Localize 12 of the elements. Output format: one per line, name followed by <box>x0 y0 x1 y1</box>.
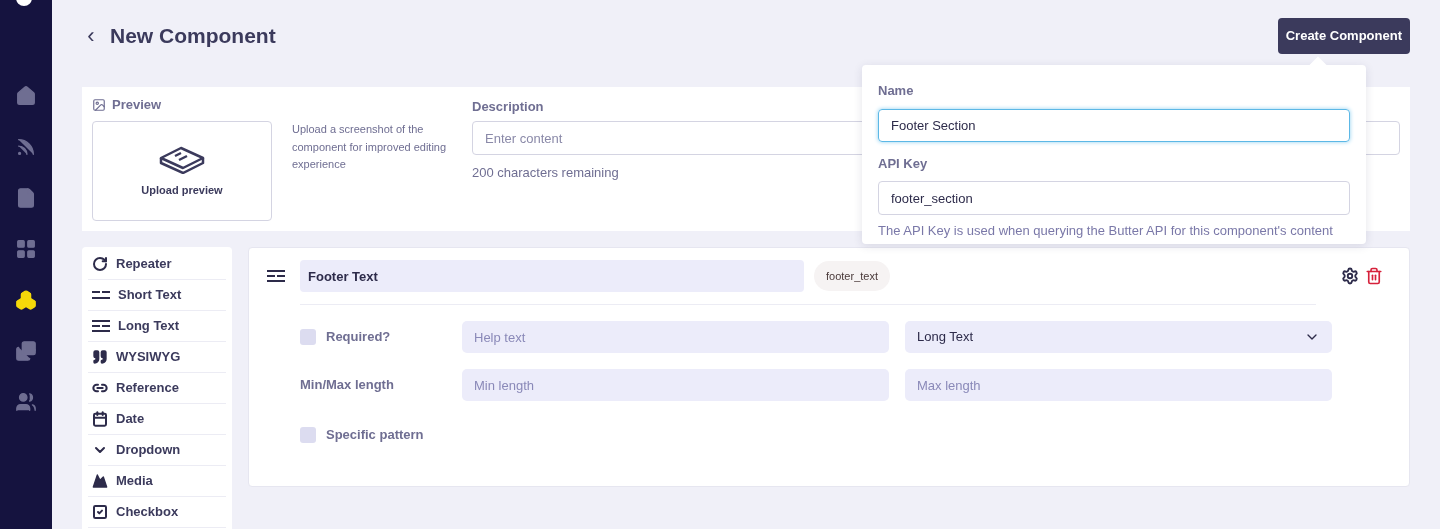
pattern-label: Specific pattern <box>326 426 424 445</box>
characters-remaining: 200 characters remaining <box>472 164 619 182</box>
preview-hint: Upload a screenshot of the component for improved editing experience <box>292 122 448 172</box>
field-key: footer_text <box>814 261 890 291</box>
page-title: New Component <box>110 23 276 50</box>
required-label: Required? <box>326 328 391 347</box>
min-max-label: Min/Max length <box>300 376 395 395</box>
name-label: Name <box>878 82 915 100</box>
api-key-hint: The API Key is used when querying the Butter API for this component's content <box>878 223 1334 238</box>
api-key-label: API Key <box>878 154 929 173</box>
preview-label: Preview <box>112 96 162 115</box>
description-label: Description <box>472 98 545 113</box>
